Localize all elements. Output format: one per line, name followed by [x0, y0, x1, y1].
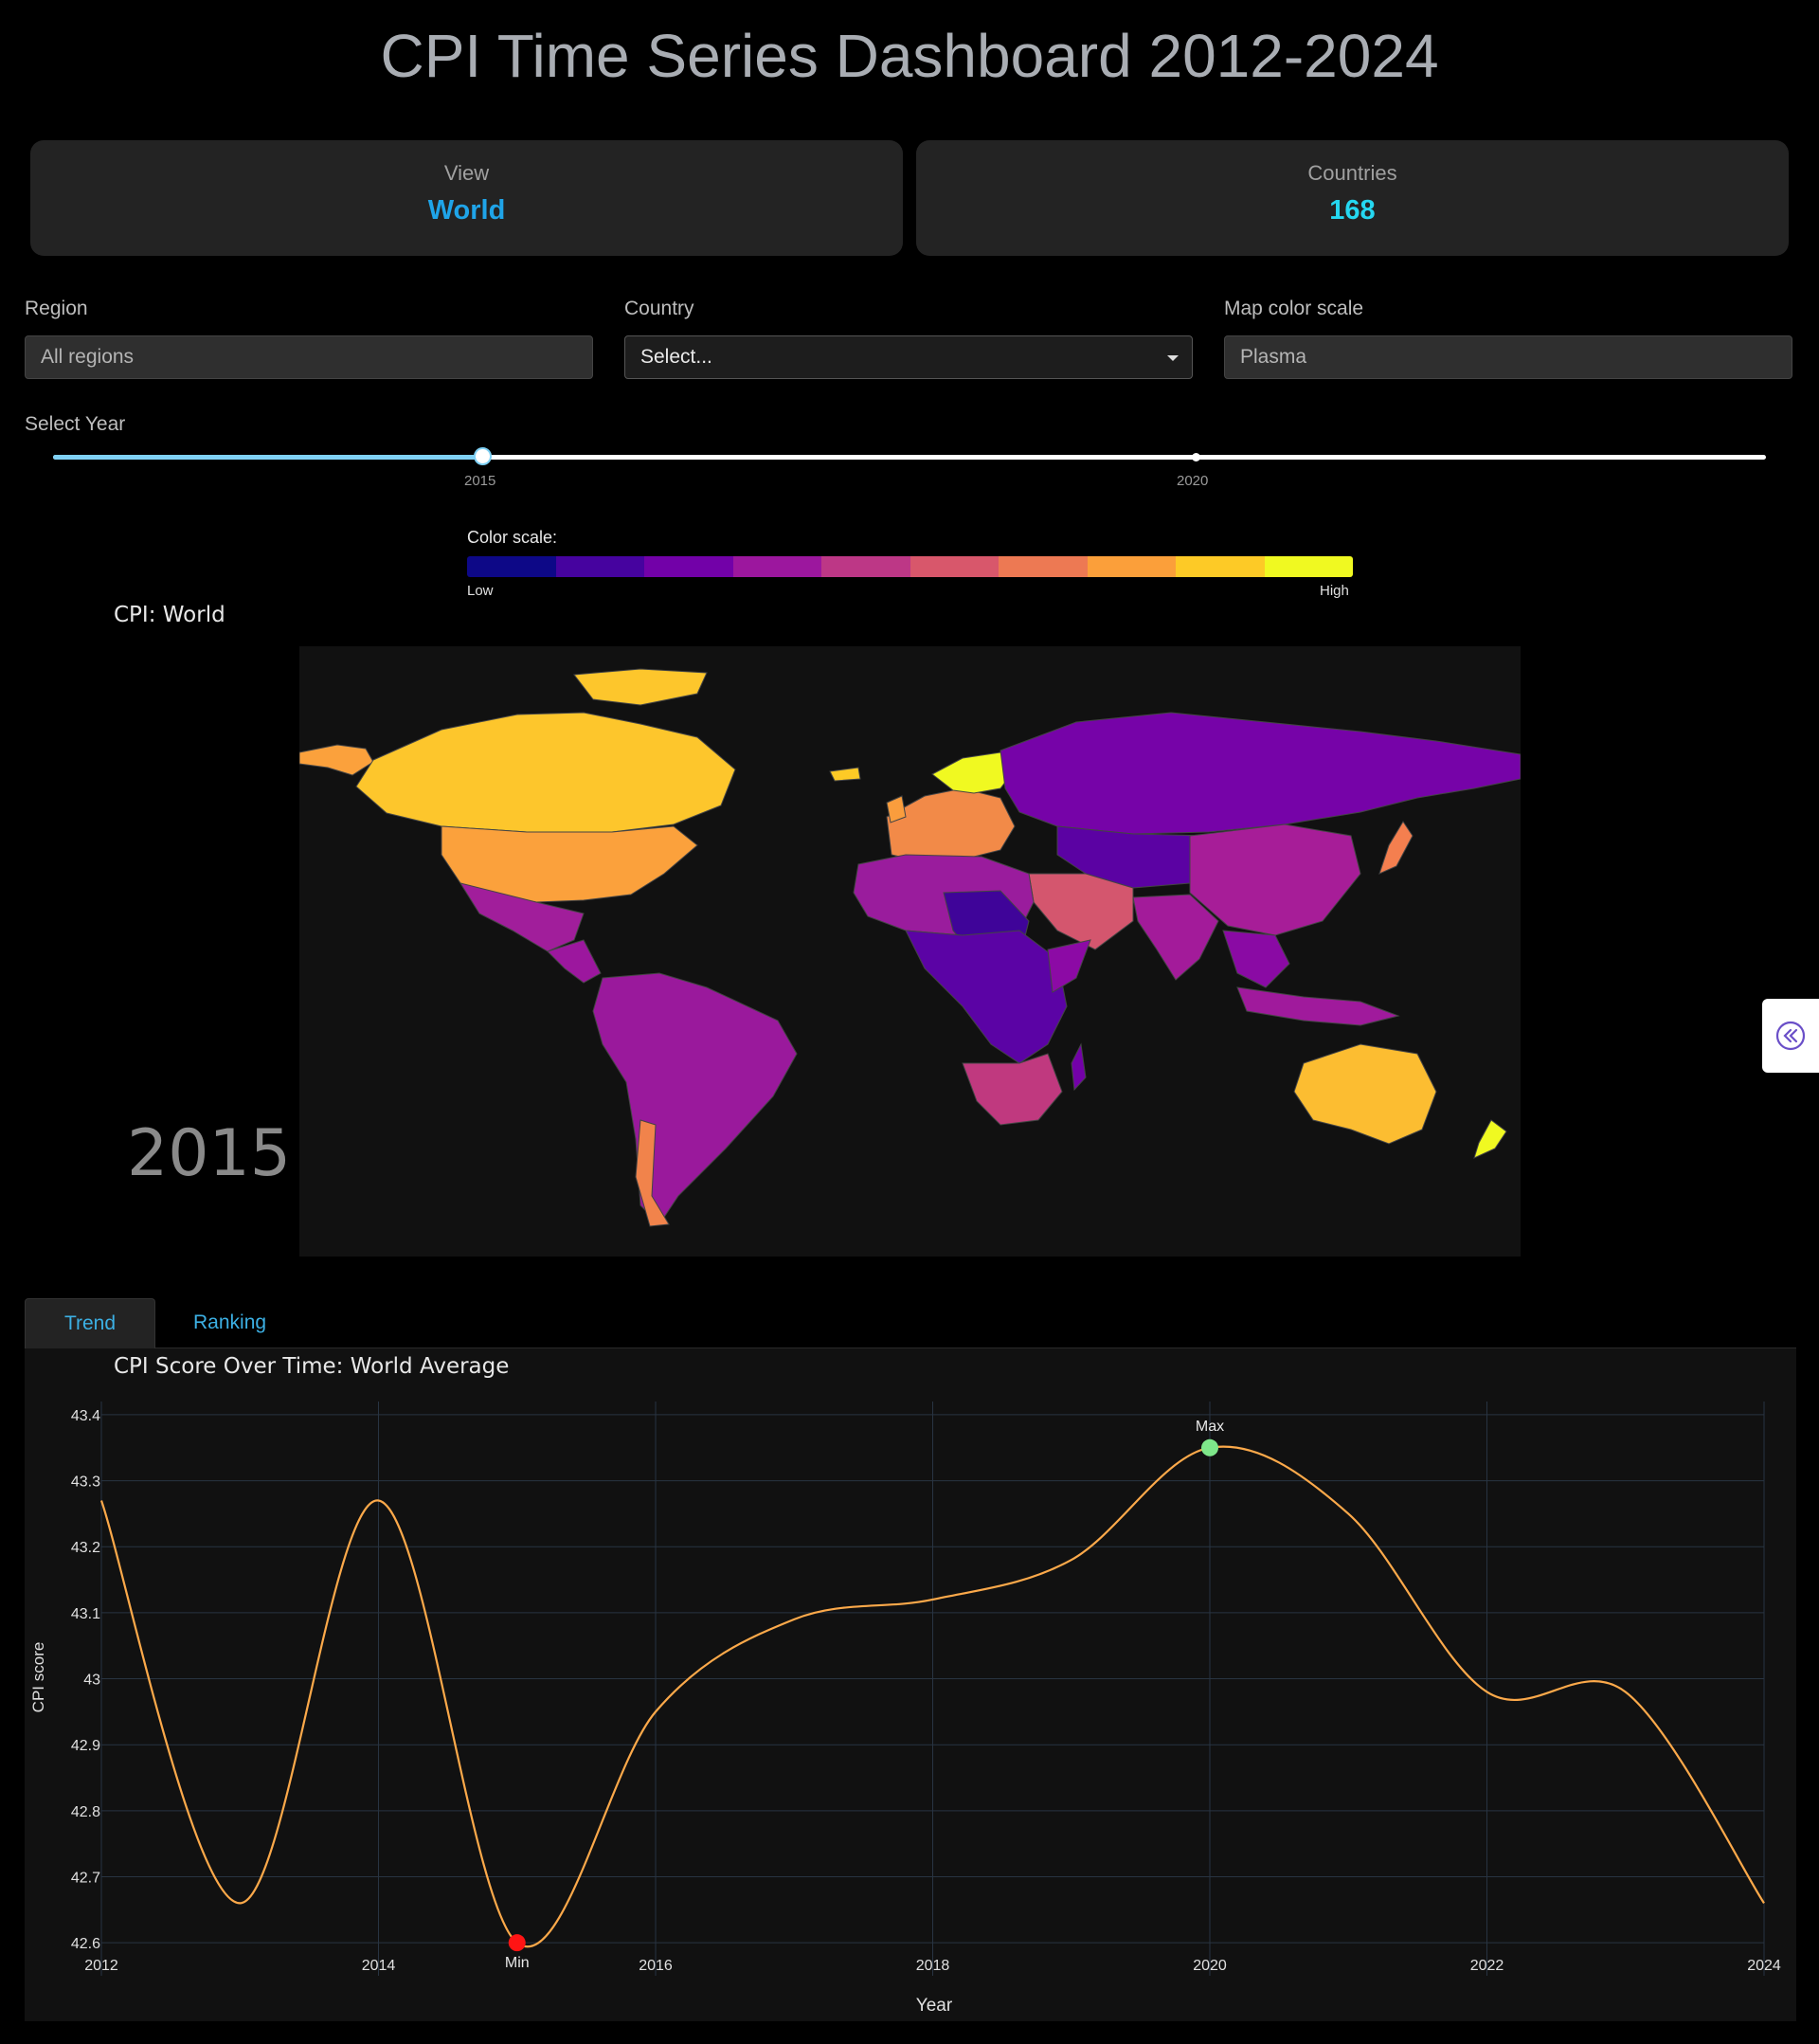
year-slider-handle[interactable] — [474, 447, 492, 465]
trend-line-chart[interactable]: CPI Score Over Time: World Average Year … — [25, 1348, 1796, 2021]
view-card-label: View — [443, 161, 490, 185]
countries-card: Countries 168 — [916, 140, 1789, 256]
countries-card-label: Countries — [1307, 161, 1397, 185]
tab-ranking[interactable]: Ranking — [193, 1298, 266, 1348]
view-card: View World — [30, 140, 903, 256]
marker-max — [1201, 1438, 1218, 1456]
tab-trend[interactable]: Trend — [25, 1298, 155, 1348]
y-tick-label: 42.8 — [71, 1804, 100, 1820]
chart-x-axis-label: Year — [916, 1996, 953, 2016]
legend-high: High — [1320, 583, 1349, 599]
x-tick-label: 2022 — [1470, 1958, 1504, 1974]
map-year-label: 2015 — [127, 1116, 292, 1191]
caret-down-icon — [1167, 355, 1179, 361]
year-slider-mark-2020: 2020 — [1177, 473, 1209, 489]
page-title: CPI Time Series Dashboard 2012-2024 — [380, 22, 1439, 90]
chart-y-axis-label: CPI score — [29, 1642, 47, 1713]
map-title: CPI: World — [114, 603, 225, 627]
marker-min — [508, 1934, 526, 1952]
year-slider-fill — [53, 455, 482, 460]
marker-label-max: Max — [1196, 1419, 1224, 1435]
collapse-panel-button[interactable] — [1762, 999, 1819, 1073]
legend-title: Color scale: — [467, 528, 558, 547]
color-scale-swatch-2 — [644, 556, 733, 577]
colorscale-select[interactable]: Plasma — [1224, 335, 1792, 379]
year-slider-label: Select Year — [25, 413, 126, 435]
color-scale-swatch-0 — [467, 556, 556, 577]
x-tick-label: 2018 — [916, 1958, 950, 1974]
color-scale-swatch-1 — [555, 556, 644, 577]
x-tick-label: 2012 — [84, 1958, 118, 1974]
color-scale-swatch-6 — [999, 556, 1088, 577]
region-select[interactable]: All regions — [25, 335, 593, 379]
y-tick-label: 43.1 — [71, 1606, 100, 1622]
color-scale-swatch-9 — [1264, 556, 1353, 577]
world-choropleth-map[interactable] — [299, 646, 1521, 1257]
y-tick-label: 43.2 — [71, 1540, 100, 1556]
y-tick-label: 42.7 — [71, 1871, 100, 1887]
tab-bar: Trend Ranking — [25, 1298, 1796, 1348]
y-tick-label: 42.9 — [71, 1738, 100, 1754]
double-chevron-left-icon — [1775, 1021, 1806, 1051]
color-scale-bar — [467, 556, 1353, 577]
legend-low: Low — [467, 583, 494, 599]
view-card-value: World — [427, 195, 506, 226]
color-scale-swatch-8 — [1176, 556, 1265, 577]
x-tick-label: 2024 — [1747, 1958, 1781, 1974]
marker-label-min: Min — [505, 1955, 530, 1971]
y-tick-label: 43.3 — [71, 1474, 100, 1491]
countries-card-value: 168 — [1329, 195, 1376, 226]
country-dropdown[interactable]: Select... — [624, 335, 1193, 379]
y-tick-label: 43 — [83, 1673, 100, 1689]
region-label: Region — [25, 298, 88, 319]
y-tick-label: 43.4 — [71, 1408, 100, 1424]
y-tick-label: 42.6 — [71, 1936, 100, 1952]
color-scale-swatch-4 — [821, 556, 910, 577]
country-label: Country — [624, 298, 694, 319]
country-dropdown-value: Select... — [640, 346, 712, 368]
colorscale-label: Map color scale — [1224, 298, 1364, 319]
year-slider-track[interactable] — [53, 455, 1766, 460]
color-scale-swatch-7 — [1087, 556, 1176, 577]
chart-title: CPI Score Over Time: World Average — [114, 1354, 509, 1379]
x-tick-label: 2016 — [639, 1958, 673, 1974]
color-scale-swatch-5 — [910, 556, 999, 577]
color-scale-swatch-3 — [732, 556, 821, 577]
x-tick-label: 2014 — [362, 1958, 396, 1974]
x-tick-label: 2020 — [1193, 1958, 1227, 1974]
year-slider-mark-2015: 2015 — [464, 473, 496, 489]
year-slider-mark-dot — [1192, 453, 1200, 461]
